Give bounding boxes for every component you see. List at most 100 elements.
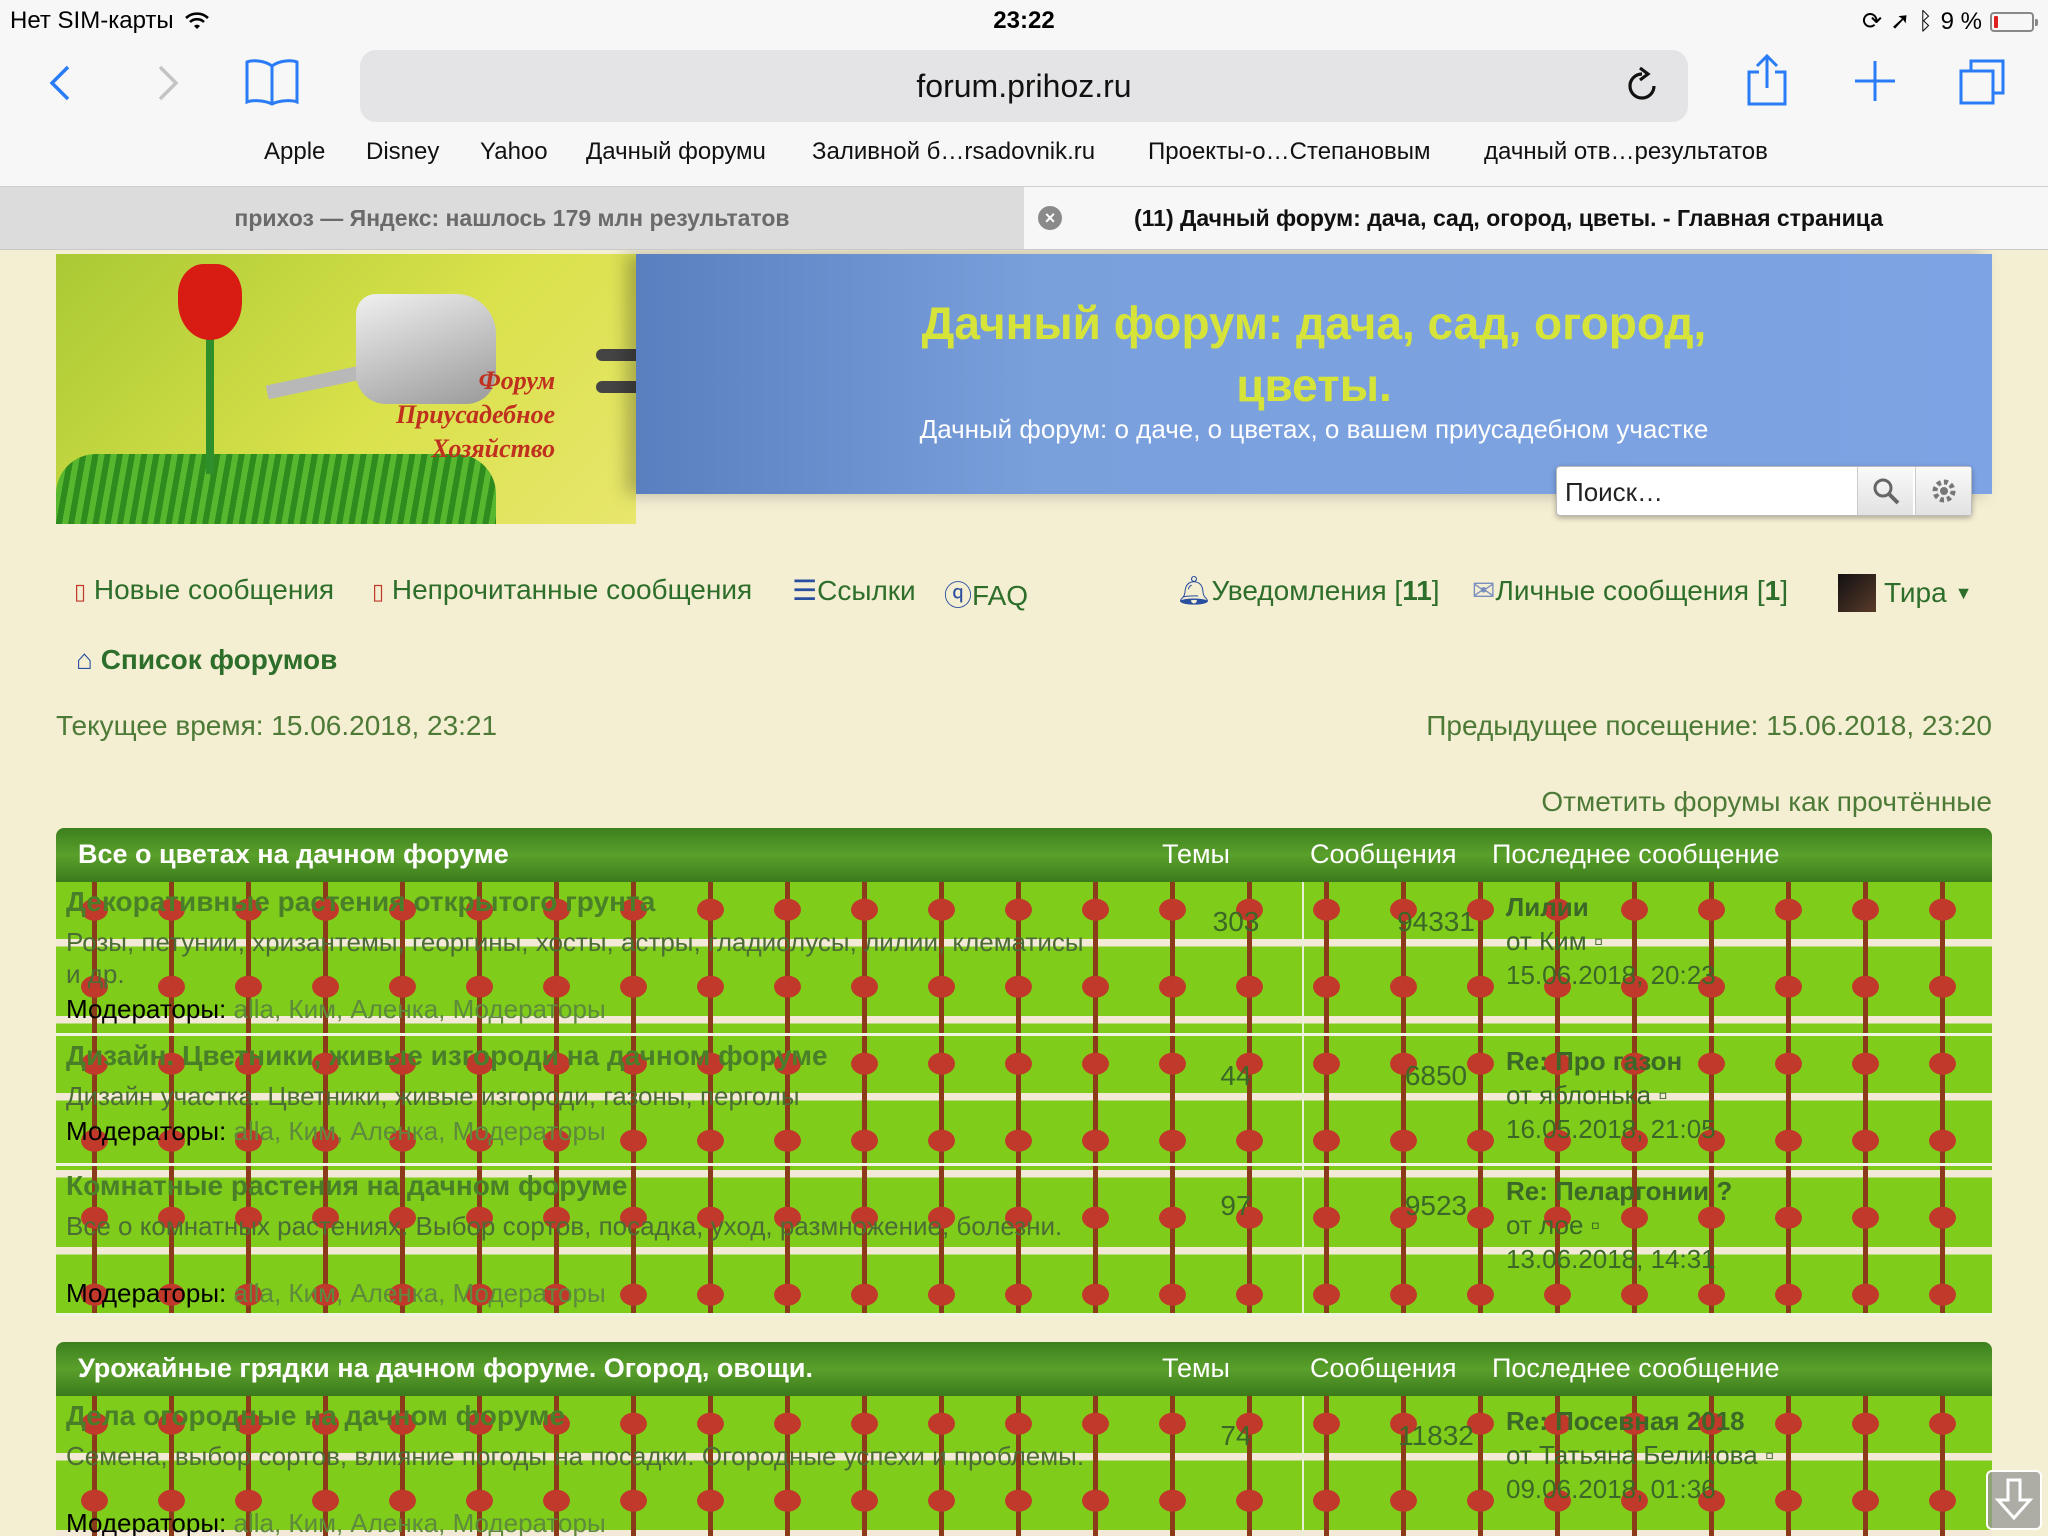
share-button[interactable] bbox=[1742, 50, 1792, 110]
last-post-title[interactable]: Re: Посевная 2018 bbox=[1506, 1404, 1774, 1438]
forum-row: Дела огородные на дачном форуме Семена, … bbox=[56, 1396, 1992, 1536]
messages-count: 1 bbox=[1764, 575, 1781, 606]
tabs-overview-button[interactable] bbox=[1954, 54, 2010, 110]
web-page: Форум Приусадебное Хозяйство Дачный фору… bbox=[0, 250, 2048, 1536]
banner-panel: Дачный форум: дача, сад, огород, цветы. … bbox=[636, 254, 1992, 494]
bookmarks-button[interactable] bbox=[240, 54, 304, 110]
private-messages-link[interactable]: ✉Личные сообщения [1] bbox=[1472, 574, 1788, 607]
last-post-author[interactable]: от яблонька bbox=[1506, 1080, 1651, 1110]
moderator-names[interactable]: alla, Ким, Аленка, Модераторы bbox=[234, 1116, 606, 1146]
new-posts-link[interactable]: ▯ Новые сообщения bbox=[74, 574, 334, 606]
tab-yandex[interactable]: прихоз — Яндекс: нашлось 179 млн результ… bbox=[0, 187, 1024, 249]
forum-title[interactable]: Комнатные растения на дачном форуме bbox=[66, 1170, 627, 1202]
site-title: Дачный форум: дача, сад, огород, цветы. bbox=[636, 292, 1992, 416]
clock: 23:22 bbox=[993, 7, 1055, 34]
topics-count: 97 bbox=[1220, 1190, 1252, 1221]
forum-title[interactable]: Декоративные растения открытого грунта bbox=[66, 886, 655, 918]
reload-icon bbox=[1628, 66, 1656, 100]
status-bar: Нет SIM-карты 23:22 ⟳ ➚ ᛒ 9 % bbox=[0, 0, 2048, 40]
view-post-icon[interactable]: ▫ bbox=[1658, 1080, 1667, 1110]
last-post-author[interactable]: от Ким bbox=[1506, 926, 1587, 956]
last-post-title[interactable]: Re: Пеларгонии ? bbox=[1506, 1174, 1732, 1208]
topics-count: 303 bbox=[1212, 906, 1260, 937]
category-header: Все о цветах на дачном форуме Темы Сообщ… bbox=[56, 828, 1992, 882]
search-input[interactable]: Поиск… bbox=[1565, 477, 1663, 508]
last-post-date: 15.06.2018, 20:23 bbox=[1506, 960, 1716, 990]
faq-link[interactable]: ⓠFAQ bbox=[944, 574, 1028, 614]
moderator-names[interactable]: alla, Ким, Аленка, Модераторы bbox=[234, 1278, 606, 1308]
links-label: Ссылки bbox=[817, 575, 916, 606]
unread-posts-icon: ▯ bbox=[372, 579, 385, 604]
avatar bbox=[1838, 574, 1876, 612]
close-tab-button[interactable]: × bbox=[1038, 206, 1062, 230]
tab-label: прихоз — Яндекс: нашлось 179 млн результ… bbox=[234, 205, 790, 231]
unread-posts-link[interactable]: ▯ Непрочитанные сообщения bbox=[372, 574, 752, 606]
forum-title[interactable]: Дела огородные на дачном форуме bbox=[66, 1400, 565, 1432]
topics-count: 74 bbox=[1220, 1420, 1252, 1451]
forum-row: Комнатные растения на дачном форуме Все … bbox=[56, 1166, 1992, 1316]
tulip-icon bbox=[178, 264, 242, 340]
category-header: Урожайные грядки на дачном форуме. Огоро… bbox=[56, 1342, 1992, 1396]
new-posts-label: Новые сообщения bbox=[93, 574, 335, 605]
forum-title[interactable]: Дизайн. Цветники, живые изгороди на дачн… bbox=[66, 1040, 828, 1072]
new-tab-button[interactable] bbox=[1850, 54, 1900, 108]
bookmark-projects[interactable]: Проекты-о…Степановым bbox=[1148, 138, 1431, 166]
moderators-label: Модераторы: bbox=[66, 1116, 227, 1146]
view-post-icon[interactable]: ▫ bbox=[1591, 1210, 1600, 1240]
magnifier-icon bbox=[1873, 478, 1899, 505]
last-post-title[interactable]: Re: Про газон bbox=[1506, 1044, 1716, 1078]
notifications-label: Уведомления bbox=[1211, 575, 1387, 606]
bluetooth-icon: ᛒ bbox=[1918, 7, 1933, 35]
reload-button[interactable] bbox=[1624, 66, 1660, 109]
forward-button[interactable] bbox=[148, 56, 188, 110]
last-post-author[interactable]: от Татьяна Беликова bbox=[1506, 1440, 1758, 1470]
forum-list-link[interactable]: ⌂ Список форумов bbox=[76, 644, 337, 676]
view-post-icon[interactable]: ▫ bbox=[1594, 926, 1603, 956]
category-title[interactable]: Все о цветах на дачном форуме bbox=[78, 839, 509, 870]
column-last-post: Последнее сообщение bbox=[1492, 839, 1780, 869]
unread-posts-label: Непрочитанные сообщения bbox=[391, 574, 753, 605]
bookmark-disney[interactable]: Disney bbox=[366, 138, 439, 166]
new-posts-icon: ▯ bbox=[74, 579, 87, 604]
last-post-date: 13.06.2018, 14:31 bbox=[1506, 1244, 1716, 1274]
links-link[interactable]: ☰Ссылки bbox=[792, 574, 916, 607]
user-menu[interactable]: Тира ▼ bbox=[1838, 574, 1973, 612]
scroll-down-button[interactable] bbox=[1986, 1470, 2042, 1530]
bookmark-apple[interactable]: Apple bbox=[264, 138, 325, 166]
logo-text-line: Форум bbox=[478, 366, 556, 395]
tabs-icon bbox=[1959, 59, 2005, 105]
mark-forums-read-link[interactable]: Отметить форумы как прочтённые bbox=[1541, 786, 1992, 818]
logo-text: Форум Приусадебное Хозяйство bbox=[396, 364, 555, 466]
bookmark-dacha-forum[interactable]: Дачный форумu bbox=[586, 138, 766, 166]
help-icon: ⓠ bbox=[944, 580, 973, 611]
moderators: Модераторы: alla, Ким, Аленка, Модератор… bbox=[66, 1278, 606, 1309]
back-button[interactable] bbox=[40, 56, 80, 110]
forum-rows: Дела огородные на дачном форуме Семена, … bbox=[56, 1396, 1992, 1536]
site-logo[interactable]: Форум Приусадебное Хозяйство bbox=[56, 254, 636, 524]
tab-forum[interactable]: × (11) Дачный форум: дача, сад, огород, … bbox=[1024, 187, 2048, 249]
category-title[interactable]: Урожайные грядки на дачном форуме. Огоро… bbox=[78, 1353, 813, 1384]
bookmark-zalivnoy[interactable]: Заливной б…rsadovnik.ru bbox=[812, 138, 1095, 166]
moderator-names[interactable]: alla, Ким, Аленка, Модераторы bbox=[234, 1508, 606, 1536]
moderator-names[interactable]: alla, Ким, Аленка, Модераторы bbox=[234, 994, 606, 1024]
address-bar[interactable]: forum.prihoz.ru bbox=[360, 50, 1688, 122]
advanced-search-button[interactable] bbox=[1915, 467, 1971, 515]
bookmark-yahoo[interactable]: Yahoo bbox=[480, 138, 548, 166]
last-post-date: 16.05.2018, 21:05 bbox=[1506, 1114, 1716, 1144]
last-post: Re: Пеларгонии ? от лое ▫ 13.06.2018, 14… bbox=[1506, 1174, 1732, 1276]
view-post-icon[interactable]: ▫ bbox=[1765, 1440, 1774, 1470]
forum-list-label: Список форумов bbox=[100, 644, 338, 675]
site-subtitle: Дачный форум: о даче, о цветах, о вашем … bbox=[919, 414, 1709, 444]
browser-toolbar: forum.prihoz.ru Apple Disney Yahoo Дачны… bbox=[0, 40, 2048, 186]
search-button[interactable] bbox=[1857, 467, 1913, 515]
logo-text-line: Приусадебное bbox=[396, 400, 556, 429]
list-icon: ☰ bbox=[792, 575, 818, 606]
last-post-title[interactable]: Лилии bbox=[1506, 890, 1716, 924]
notifications-count: 11 bbox=[1402, 575, 1432, 606]
site-title-line: Дачный форум: дача, сад, огород, bbox=[921, 297, 1707, 349]
gear-icon bbox=[1932, 479, 1955, 503]
chevron-right-icon bbox=[158, 65, 179, 101]
last-post-author[interactable]: от лое bbox=[1506, 1210, 1583, 1240]
bookmark-dacha-answer[interactable]: дачный отв…результатов bbox=[1484, 138, 1768, 166]
notifications-link[interactable]: 🔔︎Уведомления [11] bbox=[1176, 574, 1440, 607]
